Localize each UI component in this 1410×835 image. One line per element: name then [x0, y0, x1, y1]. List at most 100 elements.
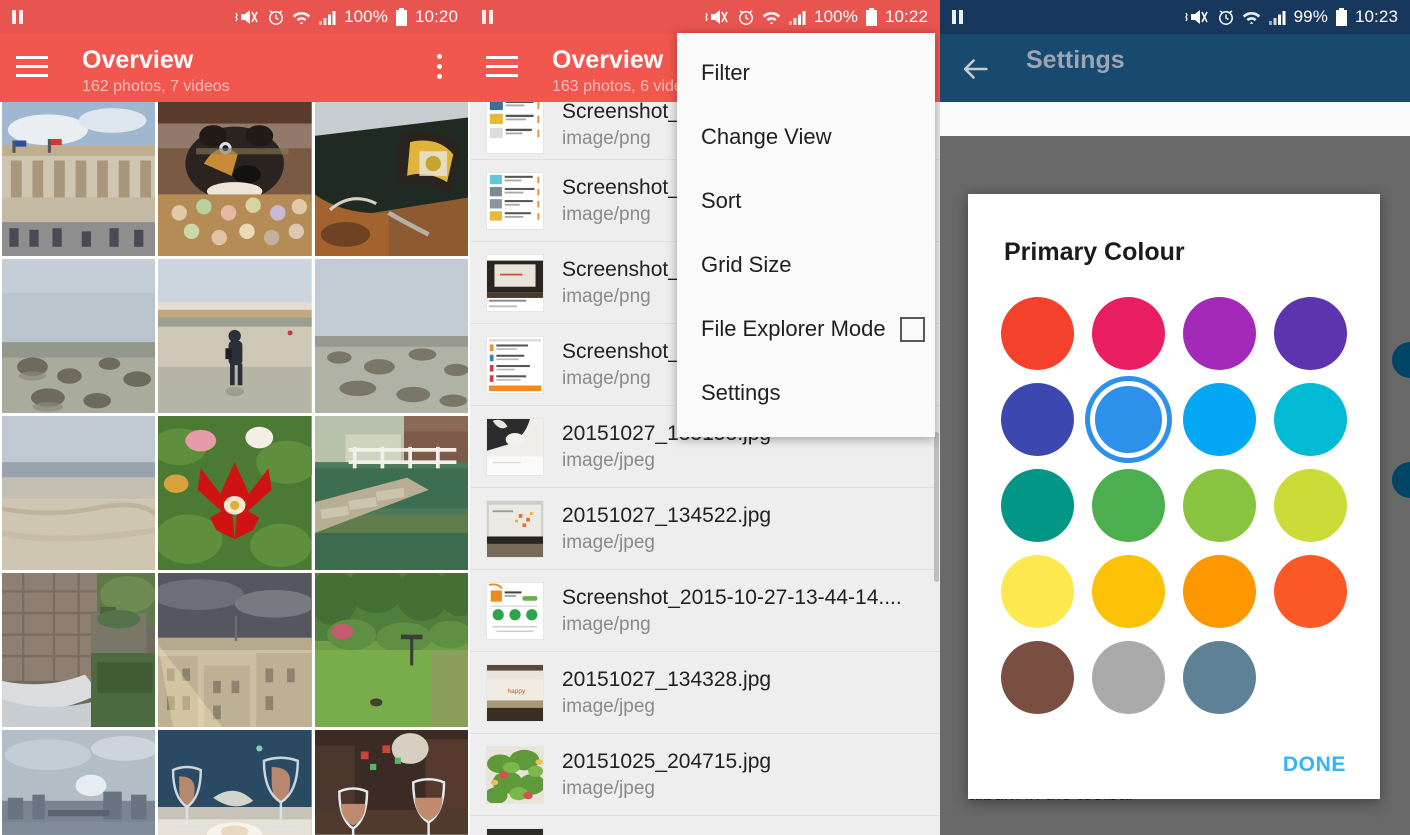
signal-bars-icon: [1268, 10, 1286, 25]
orange-app-screenshot: [487, 582, 543, 639]
status-right-icons: 100% 10:20: [234, 7, 458, 27]
gilded-carousel-detail: [314, 102, 468, 256]
menu-item-file-explorer-mode[interactable]: File Explorer Mode: [677, 297, 935, 361]
colour-swatch-brown[interactable]: [1001, 641, 1075, 714]
page-title: Settings: [1026, 46, 1125, 74]
colour-swatch-amber[interactable]: [1092, 555, 1166, 628]
menu-item-sort[interactable]: Sort: [677, 169, 935, 233]
status-bar-gallery-grid: 100% 10:20: [0, 0, 470, 34]
file-type: image/png: [562, 613, 651, 635]
file-meta: Screenshot_2015-10-27-13-44-14.... image…: [562, 584, 924, 638]
colour-swatch-purple[interactable]: [1182, 297, 1256, 370]
river-and-bridges: [2, 730, 156, 835]
dialog-actions: DONE: [968, 753, 1380, 799]
overflow-menu-icon[interactable]: [422, 54, 456, 79]
stone-wall-waterfall: [2, 573, 156, 727]
file-thumbnail: [486, 745, 544, 804]
status-right-icons: 100% 10:22: [704, 7, 928, 27]
file-explorer-mode-checkbox[interactable]: [899, 316, 925, 342]
status-left-icons: [952, 10, 963, 24]
overflow-dot: [436, 74, 442, 79]
music-list-screenshot: [487, 102, 543, 153]
menu-item-label: Settings: [701, 380, 781, 405]
overflow-dot: [436, 54, 442, 59]
alarm-icon: [269, 10, 284, 25]
hamburger-icon[interactable]: [16, 56, 48, 78]
toolbar-gallery-grid: Overview 162 photos, 7 videos: [0, 34, 470, 102]
photo-thumbnail[interactable]: [158, 259, 312, 413]
colour-swatch-teal[interactable]: [1001, 469, 1075, 542]
photo-thumbnail[interactable]: [158, 102, 312, 256]
photo-thumbnail[interactable]: [158, 416, 312, 570]
photo-thumbnail[interactable]: [2, 102, 156, 256]
pause-icon: [952, 10, 963, 24]
list-item[interactable]: Screenshot_2015-10-27-13-44-14.... image…: [470, 570, 940, 652]
person-on-beach-cliffs: [158, 259, 312, 413]
television-photo: [487, 254, 543, 311]
colour-swatch-yellow[interactable]: [1001, 555, 1075, 628]
wifi-icon: [292, 11, 311, 24]
colour-swatch-grey[interactable]: [1092, 641, 1166, 714]
file-meta: 20151027_134522.jpg image/jpeg: [562, 502, 924, 556]
file-name: 20151027_134328.jpg: [562, 667, 772, 691]
alarm-icon: [739, 10, 754, 25]
photo-thumbnail[interactable]: [158, 573, 312, 727]
list-item[interactable]: [470, 816, 940, 835]
photo-thumbnail[interactable]: [314, 259, 468, 413]
menu-item-change-view[interactable]: Change View: [677, 105, 935, 169]
photo-thumbnail[interactable]: [314, 416, 468, 570]
alarm-icon: [1218, 10, 1233, 25]
colour-swatch-pink[interactable]: [1092, 297, 1166, 370]
menu-item-filter[interactable]: Filter: [677, 41, 935, 105]
guinea-pig-eating: [158, 102, 312, 256]
primary-colour-dialog: Primary Colour DONE: [968, 194, 1380, 799]
photo-thumbnail[interactable]: [2, 416, 156, 570]
colour-swatch-cyan[interactable]: [1273, 383, 1347, 456]
colour-swatch-blue-grey[interactable]: [1182, 641, 1256, 714]
photo-thumbnail[interactable]: [314, 573, 468, 727]
battery-percent: 100%: [814, 7, 858, 26]
file-type: image/jpeg: [562, 695, 655, 717]
colour-swatch-deep-purple[interactable]: [1273, 297, 1347, 370]
file-meta: 20151025_204715.jpg image/jpeg: [562, 748, 924, 802]
colour-swatch-green[interactable]: [1092, 469, 1166, 542]
colour-swatch-blue[interactable]: [1085, 376, 1173, 463]
photo-thumbnail[interactable]: [2, 730, 156, 835]
file-thumbnail: [486, 581, 544, 640]
colour-swatch-orange[interactable]: [1182, 555, 1256, 628]
photo-thumbnail[interactable]: [314, 730, 468, 835]
back-arrow-icon[interactable]: [958, 52, 992, 86]
colour-swatch-deep-orange[interactable]: [1273, 555, 1347, 628]
mute-icon: [235, 10, 258, 24]
file-meta: 20151027_134328.jpg image/jpeg: [562, 666, 924, 720]
hamburger-icon[interactable]: [486, 56, 518, 78]
list-item[interactable]: happy 20151027_134328.jpg image/jpeg: [470, 652, 940, 734]
colour-swatch-indigo[interactable]: [1001, 383, 1075, 456]
empty-sand-beach: [2, 416, 156, 570]
settings-content: Display the number of photos and videos …: [940, 102, 1410, 835]
scrollbar-thumb[interactable]: [934, 432, 939, 582]
overflow-menu-popup[interactable]: Filter Change View Sort Grid Size File E…: [677, 33, 935, 437]
list-item[interactable]: 20151025_204715.jpg image/jpeg: [470, 734, 940, 816]
colour-swatch-lime[interactable]: [1273, 469, 1347, 542]
photo-thumbnail[interactable]: [2, 573, 156, 727]
status-bar-settings: 99% 10:23: [940, 0, 1410, 34]
menu-item-label: Change View: [701, 124, 832, 149]
photo-thumbnail[interactable]: [158, 730, 312, 835]
svg-text:happy: happy: [508, 688, 526, 695]
list-item[interactable]: 20151027_134522.jpg image/jpeg: [470, 488, 940, 570]
done-button[interactable]: DONE: [1283, 753, 1346, 777]
colour-swatch-light-green[interactable]: [1182, 469, 1256, 542]
opera-house-facade: [2, 102, 156, 256]
dinner-wine-glasses: [158, 730, 312, 835]
menu-item-settings[interactable]: Settings: [677, 361, 935, 425]
photo-thumbnail[interactable]: [314, 102, 468, 256]
menu-item-grid-size[interactable]: Grid Size: [677, 233, 935, 297]
colour-swatch-red[interactable]: [1001, 297, 1075, 370]
colour-swatch-light-blue[interactable]: [1182, 383, 1256, 456]
file-thumbnail: [486, 417, 544, 476]
menu-item-label: Grid Size: [701, 252, 792, 277]
photo-thumbnail[interactable]: [2, 259, 156, 413]
swatch-grid-empty-cell: [1274, 641, 1347, 714]
file-thumbnail: happy: [486, 663, 544, 722]
